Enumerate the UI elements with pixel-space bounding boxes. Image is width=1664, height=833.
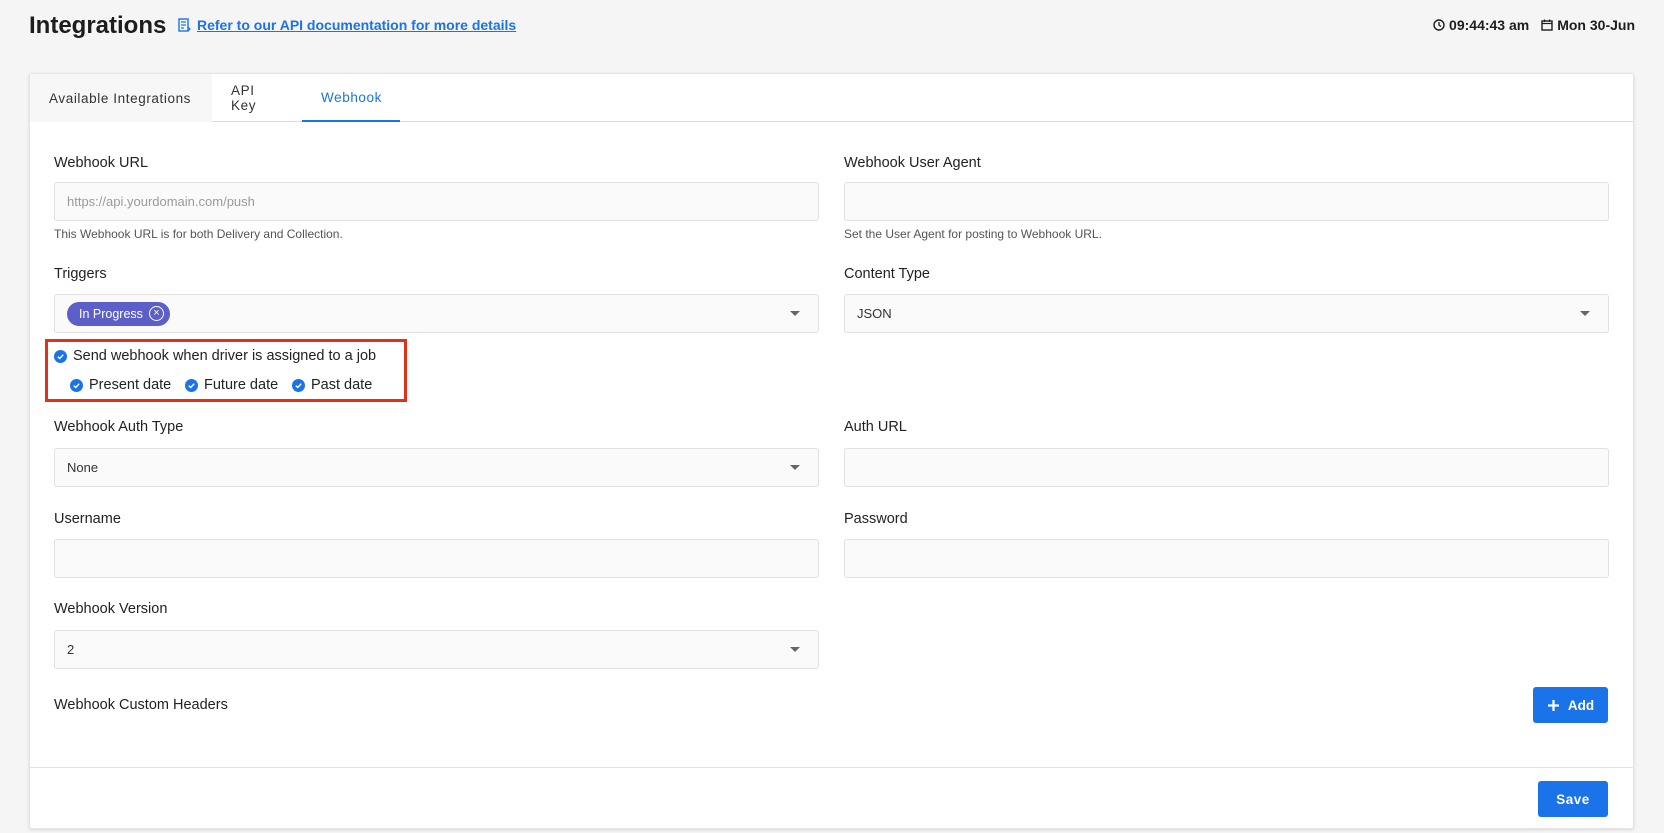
trigger-chip-label: In Progress — [79, 306, 143, 321]
add-header-label: Add — [1567, 697, 1595, 713]
content-type-value: JSON — [857, 306, 892, 321]
password-input[interactable] — [857, 551, 1596, 566]
present-date-checkbox[interactable] — [70, 378, 83, 392]
username-input[interactable] — [67, 551, 806, 566]
page-title: Integrations — [29, 12, 167, 39]
password-label: Password — [844, 511, 908, 527]
check-icon — [57, 353, 64, 359]
auth-url-field[interactable] — [844, 448, 1609, 487]
driver-assigned-label: Send webhook when driver is assigned to … — [73, 348, 377, 364]
footer-divider — [30, 767, 1633, 768]
username-field[interactable] — [54, 539, 819, 578]
remove-chip-icon[interactable]: × — [148, 306, 164, 321]
future-date-checkbox[interactable] — [185, 378, 198, 392]
current-time: 09:44:43 am — [1449, 17, 1530, 33]
version-select[interactable]: 2 — [54, 630, 819, 669]
document-icon — [178, 18, 191, 32]
content-type-select[interactable]: JSON — [844, 294, 1609, 333]
check-icon — [73, 382, 80, 388]
current-date: Mon 30-Jun — [1557, 17, 1635, 33]
api-doc-link[interactable]: Refer to our API documentation for more … — [178, 17, 516, 33]
tab-api-key[interactable]: API Key — [212, 74, 302, 122]
save-button[interactable]: Save — [1538, 781, 1608, 817]
top-bar: Integrations Refer to our API documentat… — [0, 0, 1664, 52]
past-date-label: Past date — [311, 377, 373, 393]
auth-type-label: Webhook Auth Type — [54, 419, 184, 435]
user-agent-input[interactable] — [857, 194, 1596, 209]
user-agent-field[interactable] — [844, 182, 1609, 221]
custom-headers-label: Webhook Custom Headers — [54, 697, 228, 713]
past-date-option[interactable]: Past date — [292, 377, 372, 393]
password-field[interactable] — [844, 539, 1609, 578]
username-label: Username — [54, 511, 121, 527]
driver-assigned-checkbox-row[interactable]: Send webhook when driver is assigned to … — [54, 348, 376, 364]
api-doc-link-label[interactable]: Refer to our API documentation for more … — [197, 17, 516, 33]
check-icon — [295, 382, 302, 388]
present-date-option[interactable]: Present date — [70, 377, 171, 393]
triggers-label: Triggers — [54, 266, 107, 282]
webhook-url-label: Webhook URL — [54, 155, 149, 171]
auth-type-value: None — [67, 460, 99, 475]
auth-url-input[interactable] — [857, 460, 1596, 475]
clock-icon — [1433, 19, 1445, 31]
chevron-down-icon[interactable] — [1580, 311, 1590, 316]
datetime-display: 09:44:43 am Mon 30-Jun — [1433, 17, 1635, 33]
version-value: 2 — [67, 642, 75, 657]
chevron-down-icon[interactable] — [790, 647, 800, 652]
content-type-label: Content Type — [844, 266, 930, 282]
auth-url-label: Auth URL — [844, 419, 907, 435]
triggers-select[interactable]: In Progress × — [54, 294, 819, 333]
webhook-url-field[interactable] — [54, 182, 819, 221]
auth-type-select[interactable]: None — [54, 448, 819, 487]
present-date-label: Present date — [89, 377, 172, 393]
add-header-button[interactable]: Add — [1533, 687, 1608, 723]
webhook-url-helper: This Webhook URL is for both Delivery an… — [54, 227, 343, 241]
user-agent-label: Webhook User Agent — [844, 155, 981, 171]
calendar-icon — [1541, 19, 1553, 31]
future-date-label: Future date — [204, 377, 279, 393]
driver-assigned-checkbox[interactable] — [54, 349, 67, 363]
past-date-checkbox[interactable] — [292, 378, 305, 392]
chevron-down-icon[interactable] — [790, 465, 800, 470]
webhook-url-input[interactable] — [67, 194, 806, 209]
plus-icon — [1547, 699, 1559, 711]
tab-bar: Available Integrations API Key Webhook — [30, 74, 1633, 122]
check-icon — [188, 382, 195, 388]
trigger-chip: In Progress × — [67, 301, 170, 326]
user-agent-helper: Set the User Agent for posting to Webhoo… — [844, 227, 1102, 241]
tab-webhook[interactable]: Webhook — [302, 74, 400, 122]
version-label: Webhook Version — [54, 601, 168, 617]
future-date-option[interactable]: Future date — [185, 377, 278, 393]
tab-available-integrations[interactable]: Available Integrations — [30, 74, 212, 122]
chevron-down-icon[interactable] — [790, 311, 800, 316]
